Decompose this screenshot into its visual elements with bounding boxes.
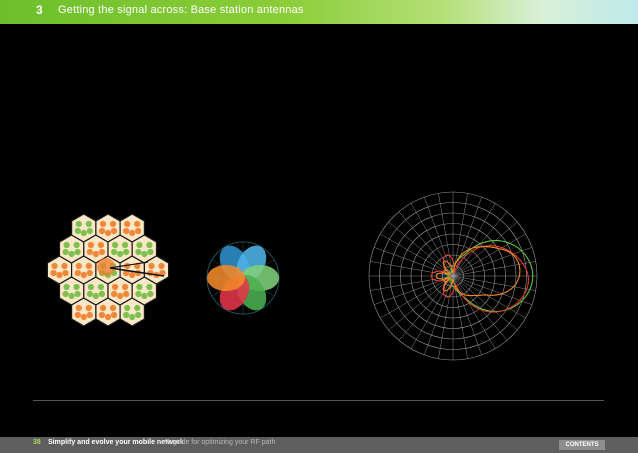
cell-sector-dot — [123, 311, 130, 319]
cell-sector-dot — [63, 283, 70, 291]
footer-bar: 38 Simplify and evolve your mobile netwo… — [0, 437, 638, 453]
cell-sector-dot — [97, 241, 104, 249]
cell-sector-dot — [111, 290, 118, 298]
cell-sector-dot — [123, 227, 130, 235]
cell-sector-dot — [123, 248, 130, 256]
cell-sector-dot — [146, 283, 153, 291]
cell-sector-dot — [61, 262, 68, 270]
cell-sector-dot — [62, 248, 69, 256]
cell-sector-dot — [97, 283, 104, 291]
cell-sector-dot — [74, 311, 81, 319]
cell-sector-dot — [86, 311, 93, 319]
publication-subtitle: A guide for optimizing your RF path — [166, 439, 276, 446]
cell-sector-dot — [85, 220, 92, 228]
sector-lobe — [207, 265, 245, 291]
cell-sector-dot — [73, 241, 80, 249]
cell-sector-dot — [135, 290, 142, 298]
cell-sector-dot — [122, 241, 129, 249]
cell-sector-dot — [135, 311, 142, 319]
cell-sector-dot — [68, 292, 75, 300]
cell-sector-dot — [98, 311, 106, 319]
cell-sector-dot — [85, 304, 92, 312]
cell-sector-dot — [51, 262, 58, 270]
cell-sector-dot — [85, 262, 92, 270]
cell-sector-dot — [74, 269, 81, 277]
cell-sector-dot — [86, 269, 93, 277]
cell-sector-dot — [74, 248, 81, 256]
cell-sector-dot — [99, 304, 107, 312]
cell-sector-dot — [62, 290, 69, 298]
cell-sector-dot — [98, 248, 105, 256]
footer-divider — [33, 400, 604, 401]
cell-sector-dot — [99, 220, 107, 228]
cell-sector-dot — [109, 304, 117, 312]
page-number: 38 — [33, 439, 41, 446]
cell-sector-dot — [98, 227, 106, 235]
polar-radiation-plot — [368, 191, 538, 361]
cell-sector-dot — [63, 241, 70, 249]
cell-sector-dot — [92, 292, 99, 300]
cell-sector-dot — [74, 290, 81, 298]
cell-sector-dot — [135, 248, 142, 256]
cell-sector-dot — [86, 227, 93, 235]
cell-sector-dot — [87, 241, 94, 249]
cell-sector-dot — [146, 241, 153, 249]
cell-sector-dot — [129, 229, 136, 237]
cell-sector-dot — [50, 269, 57, 277]
cell-sector-dot — [68, 250, 75, 258]
cell-sector-dot — [123, 290, 130, 298]
cell-sector-dot — [80, 313, 87, 321]
cell-sector-dot — [112, 241, 119, 249]
cell-sector-dot — [75, 262, 82, 270]
cell-sector-dot — [75, 220, 82, 228]
cell-sector-dot — [110, 311, 118, 319]
cell-sector-dot — [134, 304, 141, 312]
cell-sector-dot — [147, 290, 154, 298]
cell-sector-dot — [141, 292, 148, 300]
cell-sector-dot — [158, 262, 165, 270]
cell-sector-dot — [56, 271, 63, 279]
cell-sector-dot — [110, 227, 118, 235]
cell-sector-dot — [80, 271, 87, 279]
cell-sector-dot — [109, 220, 117, 228]
contents-button[interactable]: CONTENTS — [559, 440, 605, 450]
hexagonal-cell-diagram — [46, 213, 170, 327]
cell-sector-dot — [98, 290, 105, 298]
cell-sector-dot — [87, 283, 94, 291]
header-bar: 3 Getting the signal across: Base statio… — [0, 0, 638, 24]
cell-sector-dot — [62, 269, 69, 277]
cell-sector-dot — [135, 227, 142, 235]
cell-sector-dot — [117, 292, 124, 300]
cell-sector-dot — [136, 241, 143, 249]
publication-title: Simplify and evolve your mobile network — [48, 439, 184, 446]
cell-sector-dot — [73, 283, 80, 291]
cell-sector-dot — [117, 250, 124, 258]
cell-sector-dot — [129, 313, 136, 321]
cell-sector-dot — [122, 283, 129, 291]
cell-sector-dot — [136, 283, 143, 291]
cell-sector-dot — [104, 229, 112, 237]
highlight-cell-marker — [97, 258, 115, 276]
cell-sector-dot — [141, 250, 148, 258]
cell-sector-dot — [111, 248, 118, 256]
cell-sector-dot — [92, 250, 99, 258]
cell-sector-dot — [104, 313, 112, 321]
chapter-number: 3 — [36, 3, 43, 17]
section-title: Getting the signal across: Base station … — [58, 4, 304, 16]
cell-sector-dot — [75, 304, 82, 312]
cell-sector-dot — [147, 248, 154, 256]
cell-sector-dot — [134, 220, 141, 228]
cell-sector-dot — [129, 271, 136, 279]
cell-sector-dot — [80, 229, 87, 237]
sector-lobe-diagram — [206, 241, 280, 315]
cell-sector-dot — [124, 304, 131, 312]
cell-sector-dot — [86, 290, 93, 298]
cell-sector-dot — [86, 248, 93, 256]
cell-sector-dot — [112, 283, 119, 291]
cell-sector-dot — [124, 220, 131, 228]
cell-sector-dot — [148, 262, 155, 270]
cell-sector-dot — [74, 227, 81, 235]
